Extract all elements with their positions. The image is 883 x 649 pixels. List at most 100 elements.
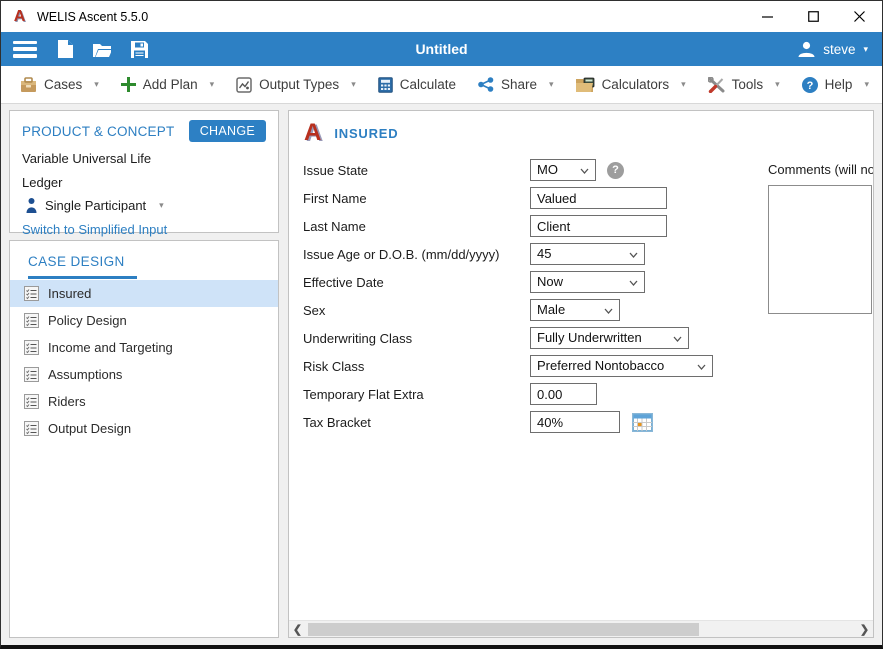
app-window: A WELIS Ascent 5.5.0 Untitled [0,0,883,649]
chevron-down-icon: ▾ [351,79,356,90]
nav-item-riders[interactable]: Riders [10,388,278,415]
open-file-button[interactable] [93,40,111,58]
scrollbar-thumb[interactable] [308,623,699,636]
chevron-down-icon: ▾ [549,79,554,90]
chevron-down-icon: ▾ [159,200,164,211]
user-menu[interactable]: steve ▾ [797,40,868,59]
product-concept-panel: PRODUCT & CONCEPT CHANGE Variable Univer… [9,110,279,233]
chevron-down-icon: ▾ [864,79,869,90]
menu-calculate[interactable]: Calculate [367,66,467,103]
chevron-down-icon [697,364,706,370]
chevron-down-icon [629,252,638,258]
sex-select[interactable]: Male [530,299,620,321]
participant-selector[interactable]: Single Participant ▾ [22,198,266,213]
temporary-flat-extra-label: Temporary Flat Extra [303,387,530,402]
issue-age-select[interactable]: 45 [530,243,645,265]
effective-date-label: Effective Date [303,275,530,290]
app-logo-icon: A [11,8,28,25]
window-controls [744,1,882,32]
sex-label: Sex [303,303,530,318]
maximize-button[interactable] [790,1,836,32]
insured-section-title: INSURED [334,126,398,141]
menu-output-types[interactable]: Output Types ▾ [225,66,367,103]
case-design-panel: CASE DESIGN Insured Policy Design Income… [9,240,279,638]
save-button[interactable] [130,40,148,58]
horizontal-scrollbar[interactable]: ❮ ❯ [289,620,873,637]
issue-state-select[interactable]: MO [530,159,596,181]
issue-state-label: Issue State [303,163,530,178]
app-title: WELIS Ascent 5.5.0 [37,10,148,24]
product-name: Variable Universal Life [22,151,266,166]
document-title: Untitled [415,41,467,57]
open-folder-icon [93,42,111,57]
participant-icon [26,198,37,213]
nav-item-insured[interactable]: Insured [10,280,278,307]
nav-item-output-design[interactable]: Output Design [10,415,278,442]
menu-add-plan[interactable]: Add Plan ▾ [110,66,225,103]
underwriting-class-select[interactable]: Fully Underwritten [530,327,689,349]
tax-bracket-table-button[interactable] [632,413,653,432]
checklist-icon [24,340,39,355]
calculator-icon [378,77,393,93]
chevron-down-icon [629,280,638,286]
chevron-down-icon [673,336,682,342]
effective-date-select[interactable]: Now [530,271,645,293]
add-plan-icon [121,77,136,92]
checklist-icon [24,313,39,328]
risk-class-label: Risk Class [303,359,530,374]
menu-calculators[interactable]: Calculators ▾ [565,66,697,103]
user-name: steve [823,42,855,57]
comments-textarea[interactable] [768,185,872,314]
tax-bracket-input[interactable] [530,411,620,433]
svg-text:?: ? [806,80,813,92]
menu-share[interactable]: Share ▾ [467,66,565,103]
user-icon [797,40,816,59]
issue-state-help-icon[interactable]: ? [607,162,624,179]
scroll-left-arrow[interactable]: ❮ [289,621,306,638]
comments-label: Comments (will no [768,162,874,177]
nav-item-policy-design[interactable]: Policy Design [10,307,278,334]
close-button[interactable] [836,1,882,32]
product-concept-title: PRODUCT & CONCEPT [22,124,174,139]
new-document-icon [58,40,73,58]
change-button[interactable]: CHANGE [189,120,266,142]
calculators-folder-icon [576,77,595,93]
concept-name: Ledger [22,175,266,190]
title-bar: A WELIS Ascent 5.5.0 [1,1,882,32]
chevron-down-icon: ▾ [94,79,99,90]
checklist-icon [24,286,39,301]
content-area: PRODUCT & CONCEPT CHANGE Variable Univer… [1,104,882,645]
minimize-button[interactable] [744,1,790,32]
last-name-input[interactable] [530,215,667,237]
minimize-icon [762,11,773,22]
close-icon [854,11,865,22]
issue-age-label: Issue Age or D.O.B. (mm/dd/yyyy) [303,247,530,262]
temporary-flat-extra-input[interactable] [530,383,597,405]
menu-help[interactable]: ? Help ▾ [791,66,880,103]
share-icon [478,77,494,92]
scroll-right-arrow[interactable]: ❯ [856,621,873,638]
cases-icon [20,77,37,92]
participant-label: Single Participant [45,198,146,213]
section-logo-icon: A [304,121,321,145]
main-menu-button[interactable] [13,41,37,58]
insured-panel: A INSURED Issue State MO ? First Name La… [288,110,874,638]
nav-item-income-targeting[interactable]: Income and Targeting [10,334,278,361]
menu-cases[interactable]: Cases ▾ [9,66,110,103]
risk-class-select[interactable]: Preferred Nontobacco [530,355,713,377]
tax-bracket-label: Tax Bracket [303,415,530,430]
new-document-button[interactable] [56,40,74,58]
checklist-icon [24,367,39,382]
menu-tools[interactable]: Tools ▾ [697,66,791,103]
first-name-input[interactable] [530,187,667,209]
switch-simplified-input-link[interactable]: Switch to Simplified Input [22,222,266,237]
output-types-icon [236,77,252,93]
checklist-icon [24,421,39,436]
table-grid-icon [633,414,652,431]
menu-bar: Cases ▾ Add Plan ▾ Output Types ▾ Calcul… [1,66,882,104]
underwriting-class-label: Underwriting Class [303,331,530,346]
save-icon [131,41,148,58]
nav-item-assumptions[interactable]: Assumptions [10,361,278,388]
chevron-down-icon: ▾ [210,79,215,90]
case-design-list: Insured Policy Design Income and Targeti… [10,280,278,442]
